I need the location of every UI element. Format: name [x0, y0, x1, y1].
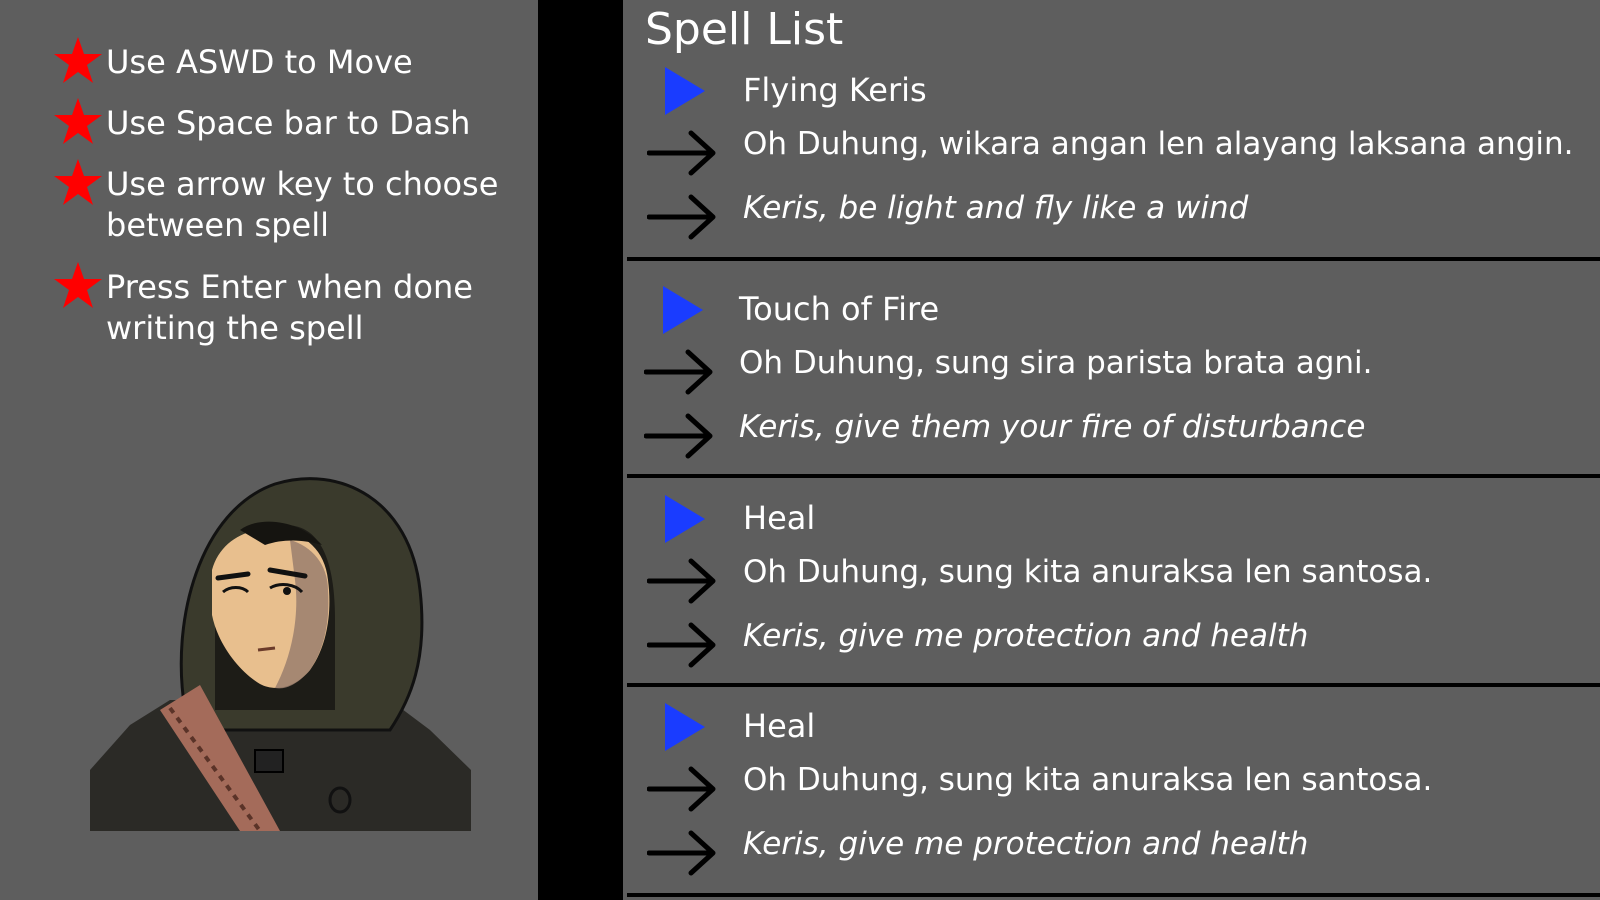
- play-triangle-icon: [665, 495, 705, 543]
- spell-card[interactable]: Touch of Fire Oh Duhung, sung sira paris…: [623, 271, 1600, 479]
- spell-card[interactable]: Heal Oh Duhung, sung kita anuraksa len s…: [623, 688, 1600, 896]
- spell-translation: Keris, be light and fly like a wind: [743, 190, 1249, 226]
- spell-incantation: Oh Duhung, sung sira parista brata agni.: [739, 345, 1373, 381]
- arrow-right-icon: [647, 766, 716, 812]
- arrow-right-icon: [647, 830, 716, 876]
- controls-panel: Use ASWD to Move Use Space bar to Dash U…: [0, 0, 538, 900]
- instruction-text: Use arrow key to choose between spell: [106, 165, 499, 244]
- spell-incantation: Oh Duhung, wikara angan len alayang laks…: [743, 126, 1574, 162]
- instruction-item: Use Space bar to Dash: [50, 98, 520, 144]
- star-icon: [54, 262, 102, 308]
- character-portrait: [90, 477, 471, 831]
- section-divider: [627, 683, 1600, 687]
- star-icon: [54, 159, 102, 205]
- spell-translation: Keris, give me protection and health: [743, 826, 1309, 862]
- instruction-text: Press Enter when done writing the spell: [106, 268, 473, 347]
- section-divider: [627, 474, 1600, 478]
- spell-name: Flying Keris: [743, 71, 927, 109]
- arrow-right-icon: [644, 349, 713, 395]
- star-icon: [54, 37, 102, 83]
- spell-card[interactable]: Flying Keris Oh Duhung, wikara angan len…: [623, 52, 1600, 260]
- arrow-right-icon: [647, 130, 716, 176]
- spell-incantation: Oh Duhung, sung kita anuraksa len santos…: [743, 554, 1433, 590]
- instruction-text: Use Space bar to Dash: [106, 104, 471, 142]
- spell-name: Heal: [743, 499, 816, 537]
- arrow-right-icon: [647, 622, 716, 668]
- instruction-text: Use ASWD to Move: [106, 43, 413, 81]
- spell-name: Touch of Fire: [739, 290, 940, 328]
- section-divider: [627, 257, 1600, 261]
- play-triangle-icon: [665, 703, 705, 751]
- arrow-right-icon: [647, 558, 716, 604]
- spell-translation: Keris, give me protection and health: [743, 618, 1309, 654]
- instruction-item: Use ASWD to Move: [50, 37, 520, 83]
- instruction-item: Use arrow key to choose between spell: [50, 159, 520, 246]
- play-triangle-icon: [663, 286, 703, 334]
- panel-divider: [538, 0, 623, 900]
- spell-list-panel: Spell List Flying Keris Oh Duhung, wikar…: [623, 0, 1600, 900]
- arrow-right-icon: [647, 194, 716, 240]
- instruction-item: Press Enter when done writing the spell: [50, 262, 520, 349]
- arrow-right-icon: [644, 413, 713, 459]
- spell-name: Heal: [743, 707, 816, 745]
- star-icon: [54, 98, 102, 144]
- spell-screen: Use ASWD to Move Use Space bar to Dash U…: [0, 0, 1600, 900]
- spell-card[interactable]: Heal Oh Duhung, sung kita anuraksa len s…: [623, 480, 1600, 688]
- spell-incantation: Oh Duhung, sung kita anuraksa len santos…: [743, 762, 1433, 798]
- spell-list-title: Spell List: [645, 4, 844, 55]
- section-divider: [627, 893, 1600, 897]
- play-triangle-icon: [665, 67, 705, 115]
- spell-translation: Keris, give them your fire of disturbanc…: [739, 409, 1366, 445]
